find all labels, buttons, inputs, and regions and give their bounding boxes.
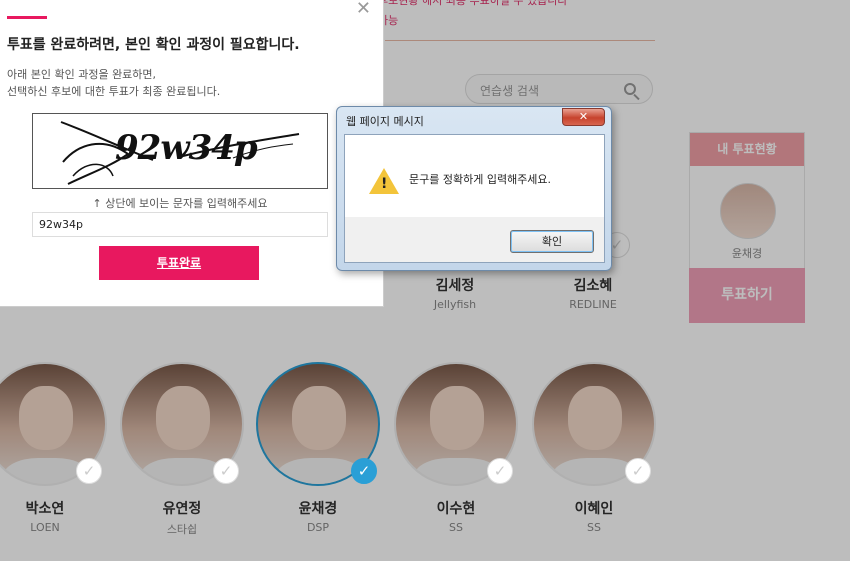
popup-title: 투표를 완료하려면, 본인 확인 과정이 필요합니다. [7,37,300,53]
webpage-message-dialog: 웹 페이지 메시지 ✕ 문구를 정확하게 입력해주세요. 확인 [336,106,612,271]
verification-popup: ✕ 투표를 완료하려면, 본인 확인 과정이 필요합니다. 아래 본인 확인 과… [0,0,384,307]
captcha-image: 92w34p [32,113,328,189]
submit-vote-button[interactable]: 투표완료 [99,246,259,280]
popup-description: 아래 본인 확인 과정을 완료하면, 선택하신 후보에 대한 투표가 최종 완료… [7,66,220,100]
checkmark-icon[interactable]: ✓ [625,458,651,484]
checkmark-icon[interactable]: ✓ [76,458,102,484]
accent-bar [7,16,47,19]
captcha-text: 92w34p [115,128,258,168]
captcha-answer-input[interactable]: 92w34p [32,212,328,237]
checkmark-icon[interactable]: ✓ [487,458,513,484]
dialog-client: 문구를 정확하게 입력해주세요. 확인 [344,134,605,263]
close-icon[interactable]: ✕ [356,0,371,19]
checkmark-icon[interactable]: ✓ [213,458,239,484]
dialog-body: 문구를 정확하게 입력해주세요. [345,135,604,217]
captcha-hint: ↑ 상단에 보이는 문자를 입력해주세요 [92,197,268,210]
desc-line: 아래 본인 확인 과정을 완료하면, [7,68,157,81]
warning-icon [369,168,399,194]
dialog-close-button[interactable]: ✕ [562,108,605,126]
dialog-message: 문구를 정확하게 입력해주세요. [409,173,552,186]
desc-line: 선택하신 후보에 대한 투표가 최종 완료됩니다. [7,85,221,98]
checkmark-icon[interactable]: ✓ [351,458,377,484]
dialog-title: 웹 페이지 메시지 [346,115,424,128]
ok-button[interactable]: 확인 [510,230,594,253]
